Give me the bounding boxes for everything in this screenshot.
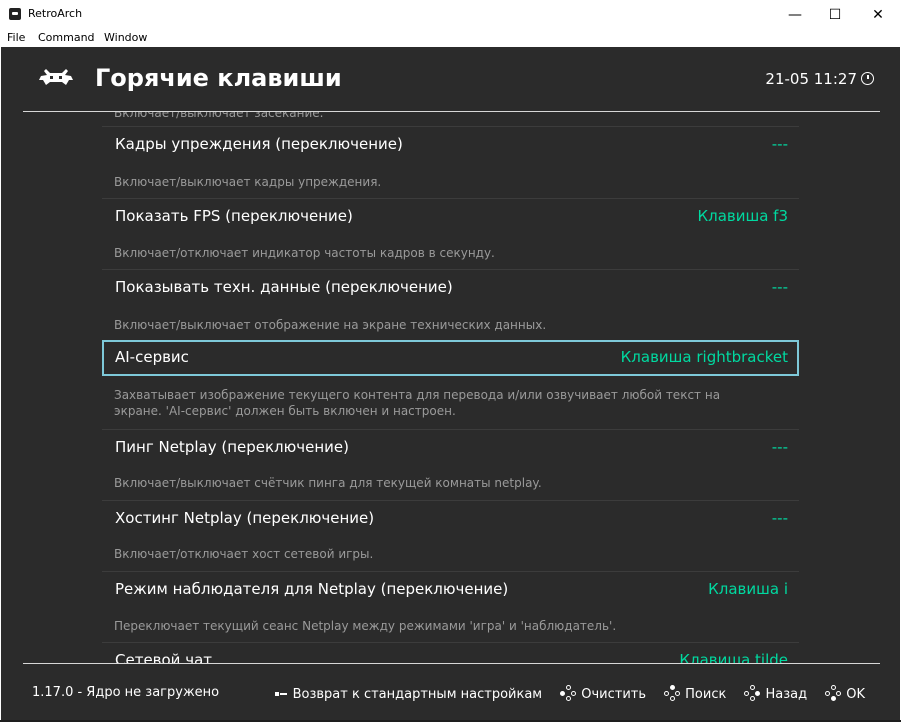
key-icon: [274, 690, 287, 697]
menu-file[interactable]: File: [7, 31, 25, 44]
item-value: ---: [771, 278, 788, 296]
item-label: Кадры упреждения (переключение): [115, 135, 403, 153]
menu-footer: 1.17.0 - Ядро не загружено Возврат к ста…: [1, 664, 900, 720]
clock-icon: [861, 72, 874, 85]
menu-bar: File Command Window: [0, 30, 901, 47]
menu-window[interactable]: Window: [104, 31, 147, 44]
list-item[interactable]: Сетевой чат Клавиша tilde: [102, 642, 799, 663]
page-title: Горячие клавиши: [95, 64, 342, 92]
retroarch-app-icon: [9, 8, 21, 20]
item-label: Пинг Netplay (переключение): [115, 438, 349, 456]
gamepad-buttons-icon: [825, 685, 842, 701]
search-button[interactable]: Поиск: [664, 685, 726, 702]
gamepad-buttons-icon: [560, 685, 577, 701]
footer-actions: Возврат к стандартным настройкам Очистит…: [261, 685, 865, 702]
item-label: Хостинг Netplay (переключение): [115, 509, 375, 527]
list-item-selected[interactable]: AI-сервис Клавиша rightbracket: [102, 340, 799, 376]
close-button[interactable]: ✕: [855, 0, 901, 30]
back-button[interactable]: Назад: [744, 685, 807, 702]
item-description: Включает/отключает индикатор частоты кад…: [114, 246, 495, 260]
item-value: Клавиша f3: [697, 207, 788, 225]
gamepad-buttons-icon: [744, 685, 761, 701]
item-description: Включает/выключает засекание.: [114, 112, 324, 120]
version-status: 1.17.0 - Ядро не загружено: [32, 685, 220, 700]
list-item[interactable]: Показать FPS (переключение) Клавиша f3: [102, 198, 799, 234]
menu-command[interactable]: Command: [38, 31, 95, 44]
retroarch-menu: Горячие клавиши 21-05 11:27 Включает/вык…: [1, 47, 900, 720]
ok-button[interactable]: OK: [825, 685, 865, 702]
list-item[interactable]: Пинг Netplay (переключение) ---: [102, 429, 799, 465]
gamepad-buttons-icon: [664, 685, 681, 701]
item-label: Сетевой чат: [115, 651, 212, 663]
list-item[interactable]: Режим наблюдателя для Netplay (переключе…: [102, 571, 799, 607]
item-description: Захватывает изображение текущего контент…: [114, 388, 721, 418]
clock: 21-05 11:27: [765, 70, 874, 88]
item-label: Показать FPS (переключение): [115, 207, 353, 225]
item-description: Включает/выключает счётчик пинга для тек…: [114, 476, 542, 490]
retroarch-logo-icon: [39, 69, 73, 85]
item-value: Клавиша tilde: [679, 651, 788, 663]
window-titlebar: RetroArch — ☐ ✕: [0, 0, 901, 30]
item-value: ---: [771, 509, 788, 527]
list-item[interactable]: Показывать техн. данные (переключение) -…: [102, 269, 799, 305]
reset-defaults-label: Возврат к стандартным настройкам: [292, 687, 543, 702]
item-description: Переключает текущий сеанс Netplay между …: [114, 619, 617, 633]
item-description: Включает/выключает отображение на экране…: [114, 318, 547, 332]
list-item[interactable]: Хостинг Netplay (переключение) ---: [102, 500, 799, 536]
clock-text: 21-05 11:27: [765, 70, 857, 88]
item-value: ---: [771, 135, 788, 153]
item-value: Клавиша rightbracket: [620, 348, 788, 366]
item-label: AI-сервис: [115, 348, 189, 366]
item-value: Клавиша i: [708, 580, 788, 598]
item-label: Режим наблюдателя для Netplay (переключе…: [115, 580, 509, 598]
hotkeys-list[interactable]: Включает/выключает засекание. Кадры упре…: [1, 112, 900, 663]
clear-label: Очистить: [581, 687, 647, 702]
list-item[interactable]: Кадры упреждения (переключение) ---: [102, 126, 799, 162]
search-label: Поиск: [685, 687, 727, 702]
window-title: RetroArch: [28, 7, 83, 20]
item-label: Показывать техн. данные (переключение): [115, 278, 453, 296]
item-value: ---: [771, 438, 788, 456]
item-description: Включает/выключает кадры упреждения.: [114, 175, 382, 189]
maximize-button[interactable]: ☐: [812, 0, 858, 30]
back-label: Назад: [765, 687, 808, 702]
menu-header: Горячие клавиши 21-05 11:27: [1, 47, 900, 111]
ok-label: OK: [846, 687, 865, 702]
reset-defaults-button[interactable]: Возврат к стандартным настройкам: [274, 687, 543, 702]
item-description: Включает/отключает хост сетевой игры.: [114, 547, 374, 561]
clear-button[interactable]: Очистить: [560, 685, 646, 702]
